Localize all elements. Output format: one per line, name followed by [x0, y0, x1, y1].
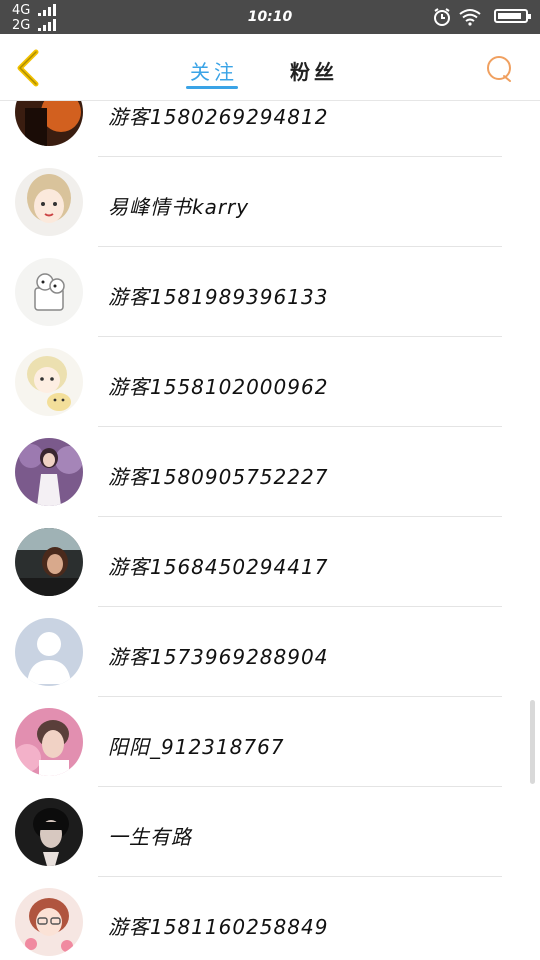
list-item[interactable]: 易峰情书karry: [0, 157, 540, 247]
avatar: [15, 528, 83, 596]
contact-name: 游客1558102000962: [108, 375, 329, 399]
list-item[interactable]: 游客1581989396133: [0, 247, 540, 337]
top-nav: 关注 粉丝: [0, 34, 540, 101]
avatar: [15, 258, 83, 326]
contact-name: 游客1568450294417: [108, 555, 329, 579]
active-tab-indicator: [186, 86, 238, 89]
list-item[interactable]: 游客1573969288904: [0, 607, 540, 697]
avatar: [15, 618, 83, 686]
contact-name: 易峰情书karry: [108, 195, 250, 219]
tab-fans[interactable]: 粉丝: [290, 56, 338, 85]
avatar: [15, 101, 83, 146]
avatar: [15, 168, 83, 236]
status-bar: 4G 2G 10:10: [0, 0, 540, 34]
scrollbar[interactable]: [530, 700, 535, 784]
list-item[interactable]: 阳阳_912318767: [0, 697, 540, 787]
battery-level: [498, 13, 521, 19]
chevron-left-icon: [17, 49, 39, 87]
search-icon: [487, 56, 511, 82]
contact-name: 游客1581160258849: [108, 915, 329, 939]
list-item[interactable]: 游客1580905752227: [0, 427, 540, 517]
avatar: [15, 888, 83, 956]
avatar: [15, 348, 83, 416]
list-item[interactable]: 一生有路: [0, 787, 540, 877]
list-item[interactable]: 游客1580269294812: [0, 101, 540, 157]
search-button[interactable]: [484, 54, 514, 84]
alarm-icon: [434, 8, 450, 26]
contact-name: 游客1581989396133: [108, 285, 329, 309]
avatar: [15, 708, 83, 776]
avatar: [15, 438, 83, 506]
list-item[interactable]: 游客1581160258849: [0, 877, 540, 960]
avatar: [15, 798, 83, 866]
battery-icon: [494, 9, 531, 23]
list-item[interactable]: 游客1568450294417: [0, 517, 540, 607]
contact-name: 阳阳_912318767: [108, 735, 285, 759]
list-item[interactable]: 游客1558102000962: [0, 337, 540, 427]
contact-name: 游客1580905752227: [108, 465, 329, 489]
following-list[interactable]: 游客1580269294812 易峰情书karry 游客158198939613…: [0, 101, 540, 960]
contact-name: 游客1580269294812: [108, 105, 329, 129]
contact-name: 一生有路: [108, 825, 192, 849]
tab-following[interactable]: 关注: [190, 56, 238, 85]
wifi-icon: [459, 9, 481, 26]
contact-name: 游客1573969288904: [108, 645, 329, 669]
back-button[interactable]: [12, 48, 46, 88]
